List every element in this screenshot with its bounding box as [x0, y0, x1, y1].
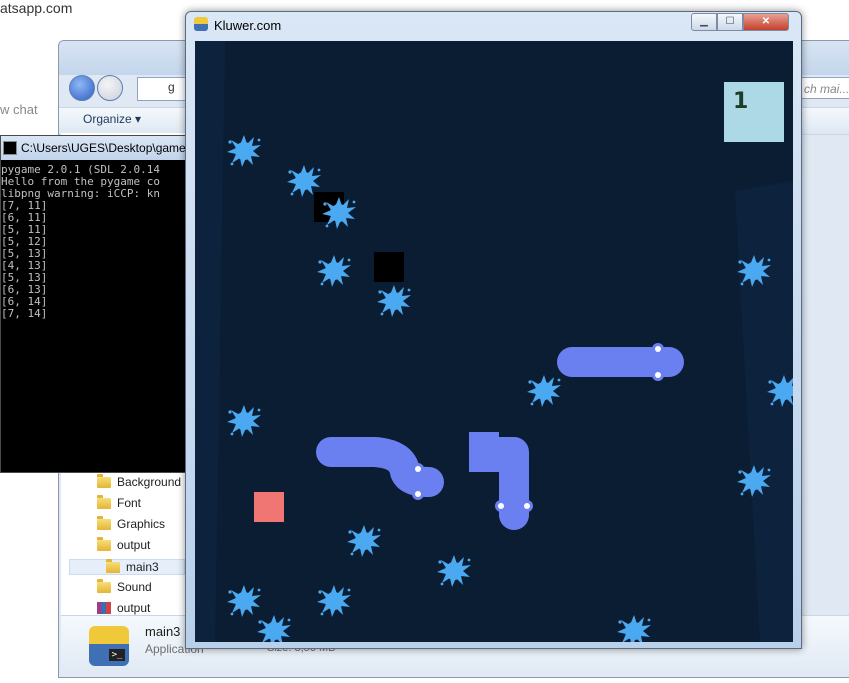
folder-icon: [106, 558, 120, 573]
tree-item-sound[interactable]: Sound: [97, 578, 152, 594]
browser-chat-fragment[interactable]: w chat: [0, 102, 38, 117]
folder-icon: [97, 578, 111, 593]
folder-icon: [97, 515, 111, 530]
splat-icon: [227, 405, 261, 437]
tree-item-label: output: [117, 601, 151, 615]
search-input[interactable]: ch mai...: [799, 77, 849, 99]
console-titlebar[interactable]: C:\Users\UGES\Desktop\game\c: [1, 136, 201, 160]
tree-item-label: main3: [126, 560, 159, 574]
splat-icon: [617, 615, 651, 642]
tree-item-main3[interactable]: main3: [69, 558, 185, 575]
back-arrow-icon[interactable]: [69, 75, 95, 101]
tree-item-label: Font: [117, 496, 142, 510]
tree-item-output[interactable]: output: [97, 536, 151, 552]
splat-icon: [317, 585, 351, 617]
game-scene: [195, 41, 793, 642]
splat-icon: [437, 555, 471, 587]
game-window: Kluwer.com ▁ ☐ ✕ 1: [185, 11, 802, 649]
splat-icon: [377, 285, 411, 317]
console-window: C:\Users\UGES\Desktop\game\c pygame 2.0.…: [0, 135, 202, 473]
folder-icon: [97, 473, 111, 488]
python-app-icon: >_: [89, 626, 129, 666]
organize-button[interactable]: Organize ▾: [83, 112, 141, 126]
splat-icon: [527, 375, 561, 407]
splat-icon: [317, 255, 351, 287]
score-value: 1: [733, 89, 749, 114]
address-text: g: [168, 80, 175, 94]
splat-icon: [257, 615, 291, 642]
splat-icon: [347, 525, 381, 557]
forward-arrow-icon[interactable]: [97, 75, 123, 101]
tree-item-background[interactable]: Background: [97, 473, 182, 489]
tree-item-label: Background: [117, 475, 182, 489]
game-canvas[interactable]: 1: [195, 41, 793, 642]
food-item: [254, 492, 284, 522]
splat-icon: [227, 135, 261, 167]
browser-url-fragment[interactable]: atsapp.com: [0, 0, 72, 16]
archive-icon: [97, 602, 111, 614]
tree-item-label: output: [117, 538, 151, 552]
close-button[interactable]: ✕: [743, 13, 789, 31]
console-output: pygame 2.0.1 (SDL 2.0.14 Hello from the p…: [1, 160, 201, 320]
folder-icon: [97, 494, 111, 509]
tree-item-label: Graphics: [117, 517, 166, 531]
console-icon: [3, 141, 17, 155]
minimize-button[interactable]: ▁: [691, 13, 717, 31]
folder-icon: [97, 536, 111, 551]
maximize-button[interactable]: ☐: [717, 13, 743, 31]
tree-item-graphics[interactable]: Graphics: [97, 515, 166, 531]
tree-item-label: Sound: [117, 580, 152, 594]
organize-label: Organize: [83, 112, 132, 126]
pygame-icon: [194, 17, 208, 31]
console-title: C:\Users\UGES\Desktop\game\c: [21, 141, 196, 155]
tree-item-output-archive[interactable]: output: [97, 601, 150, 615]
game-window-title: Kluwer.com: [214, 18, 282, 33]
console-line: [7, 14]: [1, 307, 48, 320]
obstacle-block: [374, 252, 404, 282]
splat-icon: [227, 585, 261, 617]
tree-item-font[interactable]: Font: [97, 494, 142, 510]
details-name: main3: [145, 624, 181, 639]
